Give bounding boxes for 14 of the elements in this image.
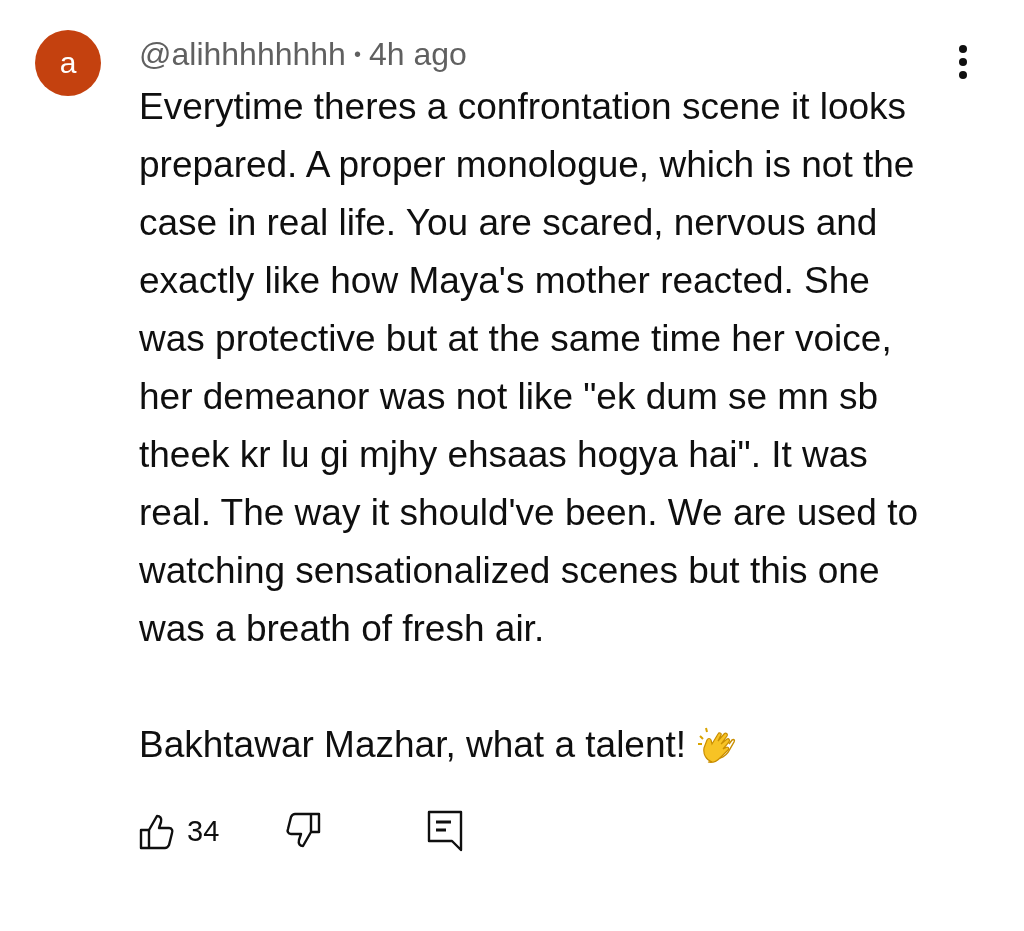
thumbs-down-button[interactable] <box>283 812 322 850</box>
comment-text: Bakhtawar Mazhar, what a talent! <box>139 723 687 767</box>
more-icon <box>958 44 968 80</box>
timestamp: 4h ago <box>368 35 467 73</box>
author-name[interactable]: @alihhhhhhhh <box>139 35 346 73</box>
reply-button[interactable] <box>427 810 464 852</box>
thumbs-up-icon <box>139 812 177 850</box>
thumbs-down-icon <box>283 812 322 850</box>
avatar[interactable]: a <box>35 30 101 96</box>
like-button[interactable]: 34 <box>139 812 220 850</box>
comment-text: Everytime theres a confrontation scene it looks prepared. A proper monologue, which is not the case in real life. You are scared, nervous and exactly like how Maya's mother reacted. She was protective but at the same time her voice, her demeanor was not like "ek dum se mn sb theek kr lu gi mjhy ehsaas hogya hai". It was real. The way it should've been. We are used to watching sensationalized scenes but this one was a breath of fresh air. <box>139 85 920 651</box>
comment-icon <box>427 810 464 852</box>
separator-dot: • <box>353 42 361 66</box>
more-options-button[interactable] <box>958 44 968 80</box>
